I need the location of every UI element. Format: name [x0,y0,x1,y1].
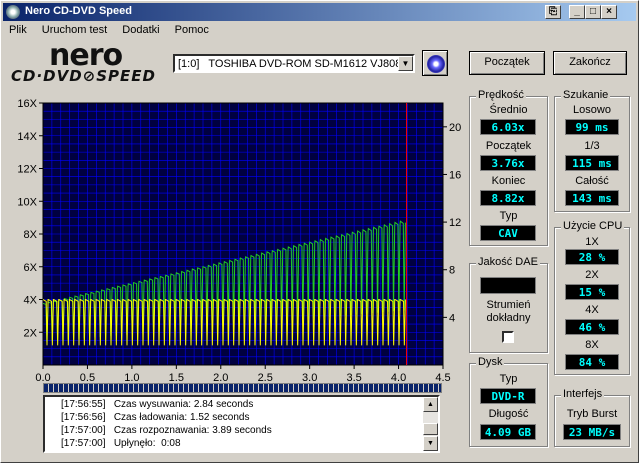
speed-group-title: Prędkość [476,89,526,101]
title-bar[interactable]: Nero CD-DVD Speed ⎘ _ □ × [3,3,636,21]
disc-icon [427,55,445,73]
y-left-tick-label: 12X [17,164,37,176]
disc-length-value: 4.09 GB [480,424,536,440]
cpu-4x-value: 46 % [565,319,619,335]
menu-plik[interactable]: Plik [3,22,33,36]
dae-quality-value [480,277,536,294]
app-icon [6,5,20,19]
copy-icon[interactable]: ⎘ [545,5,561,19]
interface-group: Interfejs Tryb Burst 23 MB/s [554,388,630,447]
seek-random-value: 99 ms [565,119,619,135]
disc-info-button[interactable] [422,50,448,76]
start-button[interactable]: Początek [469,51,545,75]
speed-type-value: CAV [480,225,536,241]
y-right-tick-label: 12 [449,217,461,229]
cpu-8x-label: 8X [585,339,599,351]
close-button[interactable]: × [601,5,617,19]
app-window: Nero CD-DVD Speed ⎘ _ □ × Plik Uruchom t… [0,0,639,463]
nero-logo: nero CD·DVD⊘SPEED [9,38,159,86]
y-left-tick-label: 2X [24,327,38,339]
cpu-4x-label: 4X [585,304,599,316]
seek-group-title: Szukanie [561,89,611,101]
speed-chart: 16X 14X 12X 10X 8X 6X 4X 2X 20 16 12 8 4 0.0 0.5 1.0 1.5… [3,96,461,384]
log-line: [17:56:56] Czas ładowania: 1.52 seconds [61,412,250,423]
log-line: [17:56:55] Czas wysuwania: 2.84 seconds [61,399,254,410]
disc-group: Dysk Typ DVD-R Długość 4.09 GB [469,356,548,447]
cpu-2x-label: 2X [585,269,599,281]
minimize-button[interactable]: _ [569,5,585,19]
scroll-up-icon[interactable]: ▲ [423,397,438,412]
y-left-tick-label: 4X [24,295,38,307]
chevron-down-icon[interactable]: ▼ [398,56,413,71]
menu-uruchom-test[interactable]: Uruchom test [36,22,113,36]
cpu-8x-value: 84 % [565,354,619,370]
seek-random-label: Losowo [573,104,611,116]
log-line: [17:57:00] Upłynęło: 0:08 [61,438,181,449]
window-title: Nero CD-DVD Speed [25,5,132,17]
logo-cd-dvd-speed: CD·DVD⊘SPEED [11,67,156,85]
chart-svg: 16X14X12X10X8X6X4X2X201612840.0 0.5 1.0 1.5… [17,98,461,384]
y-left-tick-label: 16X [17,98,37,110]
maximize-button[interactable]: □ [585,5,601,19]
dae-stream-checkbox[interactable] [502,331,514,343]
log-line: [17:57:00] Czas rozpoznawania: 3.89 seco… [61,425,272,436]
speed-start-label: Początek [485,140,532,152]
cpu-group: Użycie CPU 1X 28 % 2X 15 % 4X 46 % 8X 84… [554,220,630,375]
speed-avg-label: Średnio [489,104,528,116]
seek-third-value: 115 ms [565,155,619,171]
speed-end-label: Koniec [491,175,526,187]
y-right-tick-label: 8 [449,265,455,277]
menu-dodatki[interactable]: Dodatki [116,22,165,36]
disc-length-label: Długość [488,408,529,420]
speed-start-value: 3.76x [480,155,536,171]
interface-group-title: Interfejs [561,388,605,400]
drive-select-value: [1:0] TOSHIBA DVD-ROM SD-M1612 VJ808 [178,58,402,70]
y-left-tick-label: 10X [17,196,37,208]
burst-value: 23 MB/s [563,424,621,440]
burst-label: Tryb Burst [566,408,618,420]
menu-pomoc[interactable]: Pomoc [169,22,215,36]
dae-group-title: Jakość DAE [476,256,540,268]
speed-avg-value: 6.03x [480,119,536,135]
dae-stream-label: Strumień dokładny [486,299,531,324]
drive-select[interactable]: [1:0] TOSHIBA DVD-ROM SD-M1612 VJ808 ▼ [173,54,415,73]
log-list: [17:56:55] Czas wysuwania: 2.84 seconds … [43,395,440,453]
seek-group: Szukanie Losowo 99 ms 1/3 115 ms Całość … [554,89,630,212]
disc-type-value: DVD-R [480,388,536,404]
y-left-tick-label: 14X [17,131,37,143]
scroll-thumb[interactable] [423,423,438,435]
seek-third-label: 1/3 [584,140,600,152]
y-right-tick-label: 20 [449,122,461,134]
y-left-tick-label: 8X [24,229,38,241]
y-right-tick-label: 16 [449,169,461,181]
disc-type-label: Typ [499,373,518,385]
y-left-tick-label: 6X [24,262,38,274]
stop-button[interactable]: Zakończ [553,51,627,75]
cpu-group-title: Użycie CPU [561,220,625,232]
cpu-2x-value: 15 % [565,284,619,300]
y-right-tick-label: 4 [449,312,455,324]
progress-bar [43,383,442,393]
seek-full-label: Całość [575,175,609,187]
scroll-down-icon[interactable]: ▼ [423,436,438,451]
cpu-1x-label: 1X [585,236,599,248]
dae-group: Jakość DAE Strumień dokładny [469,256,548,353]
disc-group-title: Dysk [476,356,505,368]
speed-type-label: Typ [499,210,518,222]
speed-group: Prędkość Średnio 6.03x Początek 3.76x Ko… [469,89,548,246]
speed-end-value: 8.82x [480,190,536,206]
seek-full-value: 143 ms [565,190,619,206]
log-scrollbar[interactable]: ▲ ▼ [423,397,438,451]
cpu-1x-value: 28 % [565,249,619,265]
